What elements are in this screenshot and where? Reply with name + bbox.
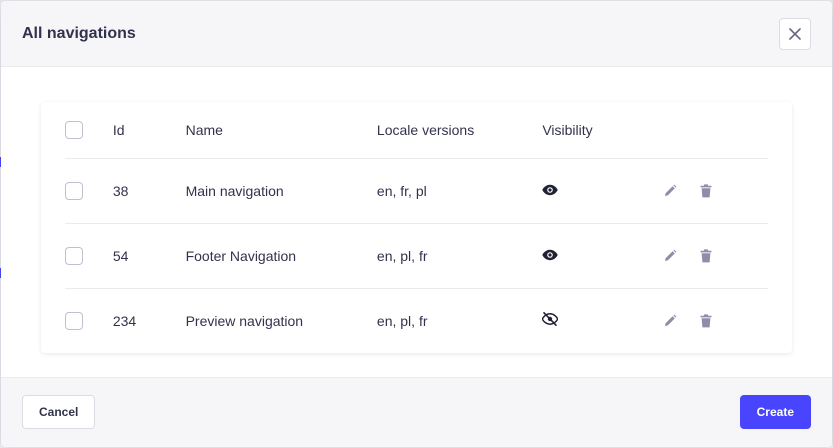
row-checkbox[interactable] [65,311,83,330]
modal-footer: Cancel Create [1,378,832,446]
header-visibility: Visibility [542,121,593,138]
close-button[interactable] [779,18,811,50]
row-name: Footer Navigation [185,222,377,288]
table-header-row: Id Name Locale versions Visibility [65,102,768,158]
eye-icon [542,184,559,196]
trash-icon[interactable] [696,246,716,266]
eye-icon [542,249,559,261]
modal-body: Id Name Locale versions Visibility 38 Ma… [1,67,832,378]
header-actions [660,102,768,158]
table-row: 234 Preview navigation en, pl, fr [65,287,768,353]
edit-icon[interactable] [660,181,680,201]
select-all-checkbox[interactable] [65,120,83,139]
row-id: 38 [112,157,186,223]
table-row: 38 Main navigation en, fr, pl [65,157,768,223]
row-checkbox[interactable] [65,246,83,265]
edit-icon[interactable] [660,246,680,266]
navigations-table: Id Name Locale versions Visibility 38 Ma… [65,102,768,353]
modal-title: All navigations [22,24,136,42]
header-id: Id [112,121,125,138]
row-name: Preview navigation [185,287,377,353]
row-name: Main navigation [185,157,377,223]
create-button[interactable]: Create [739,395,811,429]
navigations-modal: All navigations Id Name Locale versions … [1,1,832,447]
navigations-table-card: Id Name Locale versions Visibility 38 Ma… [41,102,792,353]
cancel-button[interactable]: Cancel [22,395,96,429]
row-locales: en, pl, fr [376,287,543,353]
header-locale-versions: Locale versions [376,121,475,138]
eye-off-icon [542,312,559,327]
header-name: Name [185,121,223,138]
modal-header: All navigations [1,1,832,67]
row-locales: en, pl, fr [376,222,543,288]
row-id: 234 [112,287,186,353]
trash-icon[interactable] [696,311,716,331]
table-row: 54 Footer Navigation en, pl, fr [65,222,768,288]
trash-icon[interactable] [696,181,716,201]
row-locales: en, fr, pl [376,157,543,223]
row-id: 54 [112,222,186,288]
row-checkbox[interactable] [65,181,83,200]
close-icon [789,28,801,40]
edit-icon[interactable] [660,311,680,331]
